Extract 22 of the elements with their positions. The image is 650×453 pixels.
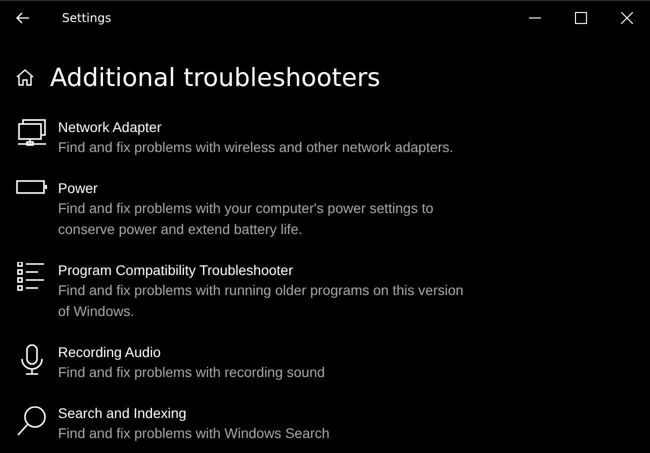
window-title: Settings xyxy=(62,11,112,25)
minimize-icon xyxy=(529,17,541,19)
search-icon xyxy=(16,405,48,437)
troubleshooter-title[interactable]: Search and Indexing xyxy=(58,403,478,423)
troubleshooter-description: Find and fix problems with recording sound xyxy=(58,363,326,382)
back-icon xyxy=(16,12,30,24)
troubleshooter-title[interactable]: Power xyxy=(58,178,478,198)
troubleshooter-description: Find and fix problems with your computer's power settings to conserve power and extend battery life. xyxy=(58,199,434,239)
close-icon xyxy=(621,12,633,24)
troubleshooter-description: Find and fix problems with wireless and other network adapters. xyxy=(58,138,454,157)
page-title: Additional troubleshooters xyxy=(50,62,380,92)
troubleshooter-title[interactable]: Program Compatibility Troubleshooter xyxy=(58,260,478,280)
home-icon[interactable] xyxy=(16,68,34,86)
list-icon xyxy=(17,262,47,292)
troubleshooter-title[interactable]: Recording Audio xyxy=(58,342,478,362)
network-icon xyxy=(17,119,47,147)
troubleshooter-description: Find and fix problems with Windows Search xyxy=(58,424,331,443)
troubleshooter-title[interactable]: Network Adapter xyxy=(58,117,478,137)
maximize-icon xyxy=(575,12,587,24)
troubleshooter-description: Find and fix problems with running older programs on this version of Windows. xyxy=(58,281,464,321)
microphone-icon xyxy=(19,344,45,376)
battery-icon xyxy=(16,180,48,194)
